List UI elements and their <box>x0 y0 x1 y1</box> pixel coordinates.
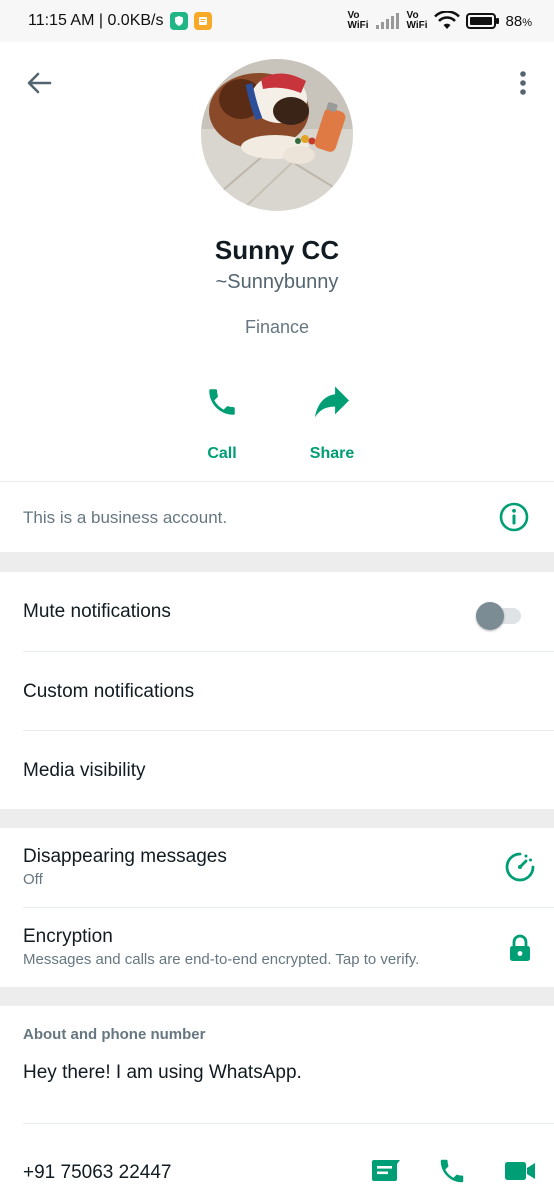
media-visibility-row[interactable]: Media visibility <box>0 731 554 809</box>
back-arrow-icon <box>27 72 52 94</box>
contact-push-name: ~Sunnybunny <box>215 271 339 293</box>
lock-icon <box>510 934 530 961</box>
profile-photo[interactable] <box>201 59 353 211</box>
encryption-row[interactable]: Encryption Messages and calls are end-to… <box>0 908 554 987</box>
custom-notifications-row[interactable]: Custom notifications <box>0 652 554 731</box>
media-visibility-label: Media visibility <box>23 760 146 781</box>
mute-toggle[interactable] <box>475 600 523 630</box>
phone-icon <box>209 389 235 415</box>
wifi-icon <box>433 11 460 29</box>
battery-level: 88% <box>505 12 532 30</box>
profile-header: Sunny CC ~Sunnybunny Finance Call Share <box>0 42 554 481</box>
share-icon <box>315 386 349 418</box>
disappearing-messages-value: Off <box>23 871 43 888</box>
call-label: Call <box>207 445 237 462</box>
business-account-row[interactable]: This is a business account. <box>0 482 554 552</box>
phone-number-row[interactable]: +91 75063 22447 <box>0 1124 554 1200</box>
vowifi-indicator-2: Vo WiFi <box>406 10 428 31</box>
voice-call-button[interactable] <box>436 1155 468 1187</box>
call-action-button[interactable]: Call <box>177 377 267 463</box>
notifications-section: Mute notifications Custom notifications … <box>0 572 554 809</box>
privacy-section: Disappearing messages Off Encryption Mes… <box>0 828 554 987</box>
about-text[interactable]: Hey there! I am using WhatsApp. <box>23 1062 302 1084</box>
mute-notifications-label: Mute notifications <box>23 601 171 622</box>
more-vertical-icon <box>520 71 526 95</box>
contact-name: Sunny CC <box>214 235 340 265</box>
disappearing-messages-label: Disappearing messages <box>23 846 227 867</box>
more-options-button[interactable] <box>504 64 542 102</box>
phone-number: +91 75063 22447 <box>23 1162 172 1183</box>
share-action-button[interactable]: Share <box>287 377 377 463</box>
info-icon <box>499 502 529 532</box>
shield-app-icon <box>169 12 188 30</box>
timer-icon <box>505 852 535 882</box>
status-time-speed: 11:15 AM | 0.0KB/s <box>28 12 164 29</box>
mute-notifications-row[interactable]: Mute notifications <box>0 572 554 651</box>
battery-icon <box>465 13 499 29</box>
encryption-description: Messages and calls are end-to-end encryp… <box>23 951 420 968</box>
notes-app-icon <box>193 12 212 30</box>
cellular-signal-icon <box>375 13 399 29</box>
message-button[interactable] <box>368 1156 404 1188</box>
disappearing-messages-row[interactable]: Disappearing messages Off <box>0 828 554 907</box>
video-call-button[interactable] <box>503 1157 537 1185</box>
custom-notifications-label: Custom notifications <box>23 681 195 702</box>
info-button[interactable] <box>498 501 530 533</box>
about-header: About and phone number <box>23 1026 206 1043</box>
encryption-label: Encryption <box>23 926 113 947</box>
vowifi-indicator: Vo WiFi <box>347 10 369 31</box>
share-label: Share <box>309 445 355 462</box>
back-button[interactable] <box>20 64 58 102</box>
message-icon <box>372 1160 400 1181</box>
business-category: Finance <box>244 317 310 337</box>
status-left: 11:15 AM | 0.0KB/s <box>28 12 212 30</box>
about-section: About and phone number Hey there! I am u… <box>0 1006 554 1200</box>
phone-icon <box>440 1159 464 1183</box>
status-right: Vo WiFi Vo WiFi 88% <box>348 11 533 31</box>
status-bar: 11:15 AM | 0.0KB/s Vo WiFi Vo WiFi 88% <box>0 0 554 42</box>
business-account-text: This is a business account. <box>23 508 228 527</box>
lock-icon-wrap <box>506 932 534 964</box>
video-icon <box>505 1162 535 1180</box>
timer-icon-wrap <box>504 851 536 883</box>
